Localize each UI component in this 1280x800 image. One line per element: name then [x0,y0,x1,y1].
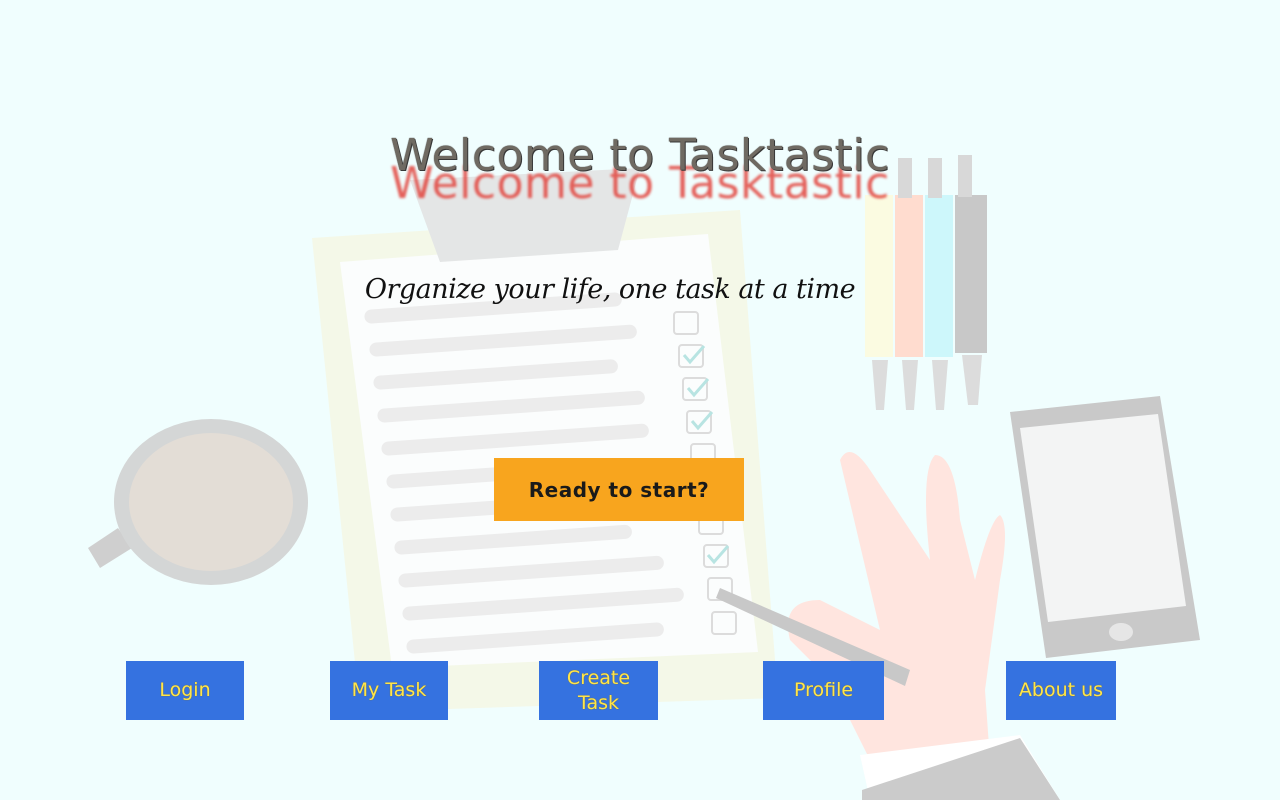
create-task-label: Create Task [566,666,631,714]
my-task-button[interactable]: My Task [330,661,448,720]
page-title: Welcome to Tasktastic Welcome to Tasktas… [0,128,1280,218]
coffee-cup-illustration [88,419,308,585]
ready-to-start-button[interactable]: Ready to start? [494,458,744,521]
landing-page: Welcome to Tasktastic Welcome to Tasktas… [0,0,1280,800]
profile-label: Profile [793,679,854,701]
login-label: Login [159,679,211,701]
about-us-label: About us [1018,679,1104,701]
phone-illustration [1010,396,1200,658]
page-title-text: Welcome to Tasktastic [390,130,890,181]
login-button[interactable]: Login [126,661,244,720]
my-task-label: My Task [351,679,427,701]
create-task-button[interactable]: Create Task [539,661,658,720]
profile-button[interactable]: Profile [763,661,884,720]
tagline: Organize your life, one task at a time [364,274,856,305]
about-us-button[interactable]: About us [1006,661,1116,720]
